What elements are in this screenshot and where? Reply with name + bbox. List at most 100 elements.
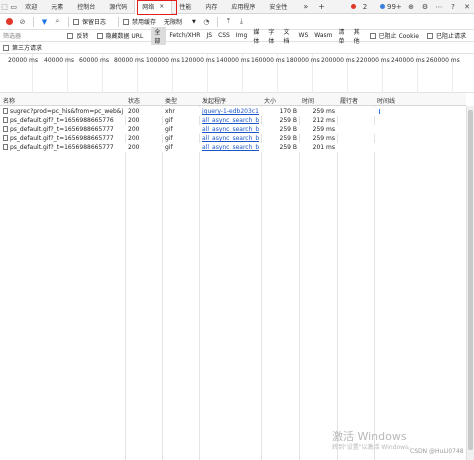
- filter-input[interactable]: 筛选器: [3, 31, 63, 40]
- request-size: 259 B: [264, 117, 297, 124]
- table-row[interactable]: sugrec?prod=pc_his&from=pc_web&jso... 200…: [0, 107, 466, 116]
- filter-type-media[interactable]: 媒体: [250, 27, 265, 45]
- network-conditions-button[interactable]: ◔: [200, 15, 213, 28]
- column-header-size[interactable]: 大小: [264, 96, 276, 105]
- table-row[interactable]: ps_default.gif?_t=1656988665776 200 gif all…: [0, 116, 466, 125]
- filter-type-font[interactable]: 字体: [265, 27, 280, 45]
- blocked-cookies-checkbox[interactable]: 已阻止 Cookie: [369, 31, 419, 40]
- request-type-text: gif: [165, 126, 173, 133]
- column-header-initiator[interactable]: 发起程序: [202, 96, 226, 105]
- column-header-name[interactable]: 名称: [3, 96, 15, 105]
- filter-type-ws[interactable]: WS: [296, 32, 312, 39]
- device-toolbar-icon[interactable]: ▭: [9, 0, 18, 13]
- close-devtools-icon[interactable]: ✕: [460, 3, 474, 11]
- help-icon[interactable]: ?: [446, 3, 460, 11]
- table-header: 名称 状态 类型 发起程序 大小 时间 履行者 时间线: [0, 93, 466, 106]
- tab-security[interactable]: 安全性: [262, 0, 294, 14]
- record-button[interactable]: [3, 15, 16, 28]
- table-row[interactable]: ps_default.gif?_t=1656988665777 200 gif all…: [0, 134, 466, 143]
- checkbox-label: 禁用缓存: [132, 19, 157, 26]
- filter-type-img[interactable]: Img: [233, 32, 250, 39]
- filter-type-other[interactable]: 其他: [351, 27, 366, 45]
- more-tabs-icon[interactable]: »: [303, 2, 308, 11]
- import-har-button[interactable]: ⤒: [222, 15, 235, 28]
- divider: [118, 16, 120, 27]
- preserve-log-checkbox[interactable]: 保留日志: [73, 17, 106, 26]
- issues-badge[interactable]: 99+: [377, 3, 404, 11]
- tab-welcome[interactable]: 欢迎: [18, 0, 44, 14]
- inspect-element-icon[interactable]: ⬚: [0, 0, 9, 13]
- tick-label: 200000 ms: [321, 57, 355, 64]
- tab-sources[interactable]: 源代码: [102, 0, 134, 14]
- timeline-overview[interactable]: 20000 ms 40000 ms 60000 ms 80000 ms 1000…: [0, 53, 474, 94]
- request-initiator[interactable]: all_async_search_bc...: [202, 144, 259, 151]
- request-name: ps_default.gif?_t=1656988665776: [3, 117, 123, 124]
- filter-type-wasm[interactable]: Wasm: [311, 32, 335, 39]
- feedback-icon[interactable]: ⊕: [404, 3, 418, 11]
- third-party-checkbox[interactable]: 第三方请求: [3, 42, 42, 53]
- column-header-status[interactable]: 状态: [128, 96, 140, 105]
- request-initiator[interactable]: all_async_search_bc...: [202, 135, 259, 142]
- request-type-text: xhr: [165, 108, 175, 115]
- request-type: gif: [165, 126, 173, 133]
- error-badge[interactable]: 2: [348, 3, 375, 11]
- request-name-text: ps_default.gif?_t=1656988665776: [10, 117, 114, 124]
- throttling-select[interactable]: 无限制 ▼: [164, 17, 196, 27]
- request-name-text: ps_default.gif?_t=1656988665777: [10, 144, 114, 151]
- invert-checkbox[interactable]: 反转: [67, 31, 89, 40]
- export-har-button[interactable]: ⤓: [235, 15, 248, 28]
- request-type: gif: [165, 135, 173, 142]
- checkbox-box: [369, 32, 376, 39]
- filter-type-fetch-xhr[interactable]: Fetch/XHR: [166, 32, 203, 39]
- tab-application[interactable]: 应用程序: [224, 0, 262, 14]
- column-header-time[interactable]: 时间: [302, 96, 314, 105]
- request-status-text: 200: [128, 135, 140, 142]
- tab-network[interactable]: 网络 ×: [134, 0, 173, 14]
- filter-type-doc[interactable]: 文档: [280, 27, 295, 45]
- scrollbar[interactable]: [466, 106, 474, 460]
- hide-data-urls-checkbox[interactable]: 隐藏数据 URL: [96, 31, 143, 40]
- request-time: 212 ms: [302, 117, 335, 124]
- filter-type-js[interactable]: JS: [203, 32, 215, 39]
- column-header-type[interactable]: 类型: [165, 96, 177, 105]
- request-initiator-text: all_async_search_bc...: [202, 126, 259, 133]
- request-size-text: 259 B: [279, 135, 297, 142]
- request-status-text: 200: [128, 126, 140, 133]
- blocked-requests-checkbox[interactable]: 已阻止请求: [426, 31, 466, 40]
- column-header-fulfilled-by[interactable]: 履行者: [340, 96, 358, 105]
- checkbox-box: [426, 32, 433, 39]
- column-header-waterfall[interactable]: 时间线: [377, 96, 395, 105]
- document-icon: [3, 144, 8, 150]
- request-name: ps_default.gif?_t=1656988665777: [3, 144, 123, 151]
- request-size-text: 259 B: [279, 126, 297, 133]
- close-tab-icon[interactable]: ×: [159, 3, 164, 10]
- filter-type-css[interactable]: CSS: [215, 32, 233, 39]
- request-initiator[interactable]: all_async_search_bc...: [202, 117, 259, 124]
- table-row[interactable]: ps_default.gif?_t=1656988665777 200 gif all…: [0, 125, 466, 134]
- tab-performance[interactable]: 性能: [172, 0, 198, 14]
- tab-elements[interactable]: 元素: [44, 0, 70, 14]
- add-tab-icon[interactable]: +: [318, 2, 325, 11]
- tab-memory[interactable]: 内存: [198, 0, 224, 14]
- more-options-icon[interactable]: ⋯: [432, 3, 446, 11]
- filter-type-manifest[interactable]: 清单: [336, 27, 351, 45]
- request-initiator-text: all_async_search_bc...: [202, 144, 259, 151]
- clear-button[interactable]: ⊘: [16, 15, 29, 28]
- request-time: 201 ms: [302, 144, 335, 151]
- checkbox-label: 保留日志: [82, 19, 107, 26]
- request-initiator[interactable]: jquery-1-edb203c1...: [202, 108, 259, 115]
- document-icon: [3, 117, 8, 123]
- filter-type-all[interactable]: 全部: [151, 26, 167, 45]
- table-row[interactable]: ps_default.gif?_t=1656988665777 200 gif all…: [0, 143, 466, 152]
- request-status-text: 200: [128, 117, 140, 124]
- tick-label: 60000 ms: [79, 57, 109, 64]
- request-initiator[interactable]: all_async_search_bc...: [202, 126, 259, 133]
- scroll-thumb[interactable]: [468, 110, 473, 450]
- disable-cache-checkbox[interactable]: 禁用缓存: [123, 17, 156, 26]
- search-button[interactable]: ⌕: [51, 15, 64, 28]
- download-icon: ⤓: [239, 17, 243, 25]
- tab-console[interactable]: 控制台: [70, 0, 102, 14]
- filter-toggle-button[interactable]: ▼: [38, 15, 51, 28]
- settings-icon[interactable]: ⚙: [418, 3, 432, 11]
- filter-bar: 筛选器 反转 隐藏数据 URL 全部 Fetch/XHR JS CSS Img …: [0, 26, 474, 45]
